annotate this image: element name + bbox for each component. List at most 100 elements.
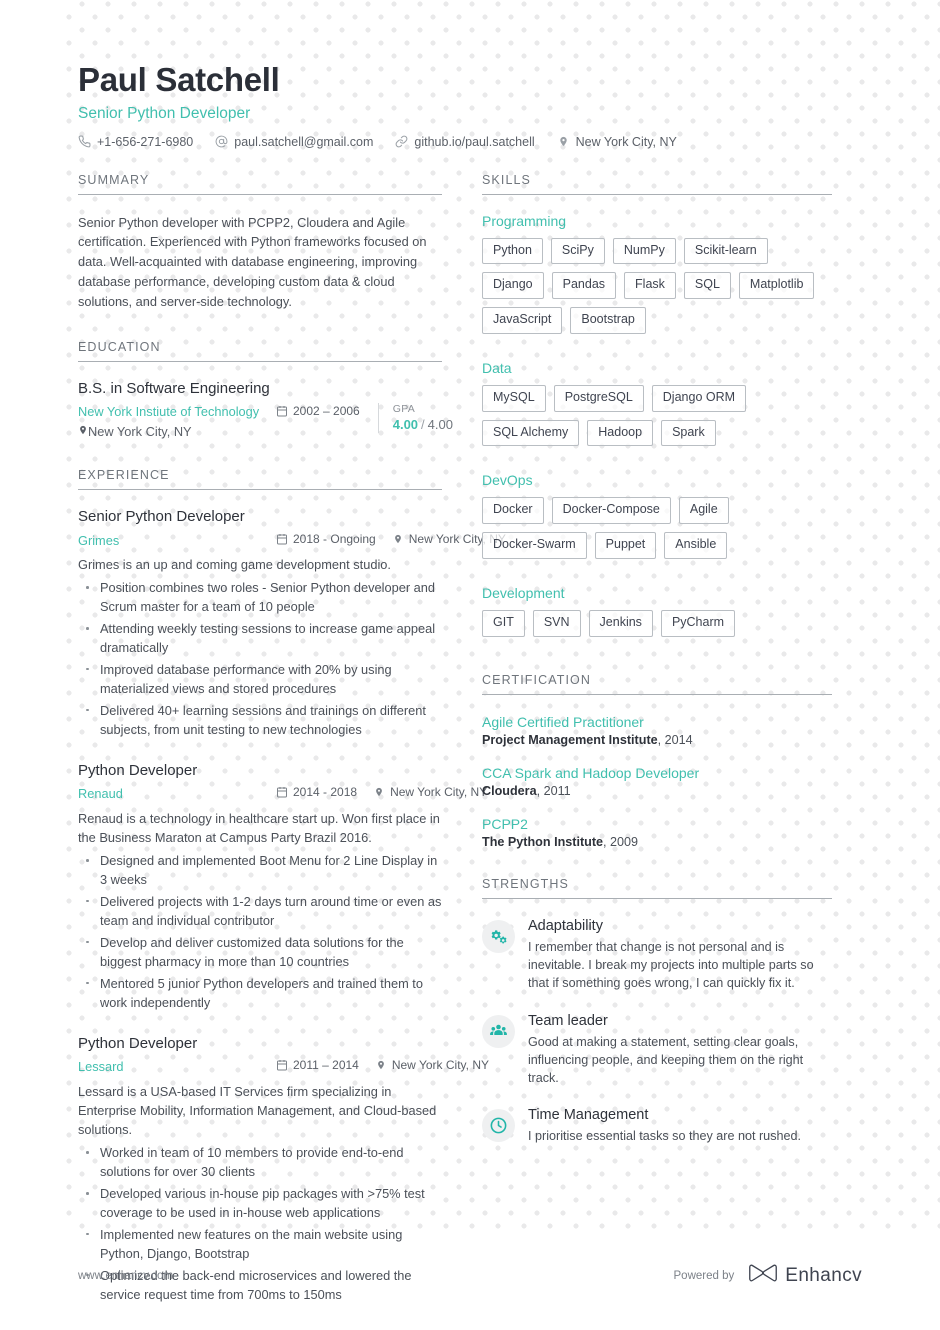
gpa-value-row: 4.00/4.00 (393, 417, 453, 433)
list-item: Develop and deliver customized data solu… (78, 934, 442, 972)
contact-phone[interactable]: +1-656-271-6980 (78, 135, 193, 149)
certification-issuer-row: The Python Institute, 2009 (482, 835, 639, 850)
resume-header: Paul Satchell Senior Python Developer +1… (0, 0, 940, 149)
experience-role: Python Developer (78, 1034, 198, 1052)
certification-name: Agile Certified Practitioner (482, 713, 644, 730)
skill-chip-list: Python SciPy NumPy Scikit-learn Django P… (482, 237, 832, 342)
experience-dates: 2014 - 2018 (293, 785, 358, 800)
calendar-icon (276, 533, 288, 545)
skill-chip[interactable]: SQL Alchemy (482, 419, 580, 447)
skill-chip[interactable]: Spark (661, 419, 716, 447)
education-location: New York City, NY (88, 423, 192, 439)
certification-issuer-row: Cloudera, 2011 (482, 783, 571, 798)
list-item: Worked in team of 10 members to provide … (78, 1144, 442, 1182)
contact-list: +1-656-271-6980 paul.satchell@gmail.com … (78, 135, 870, 149)
skill-group-title: Data (482, 359, 512, 376)
skill-chip[interactable]: Python (482, 237, 543, 265)
certification-entry: Agile Certified Practitioner Project Man… (482, 713, 832, 747)
skill-chip-list: MySQL PostgreSQL Django ORM SQL Alchemy … (482, 384, 832, 455)
education-school-block: New York Instiute of Technology New York… (78, 403, 276, 440)
contact-website[interactable]: github.io/paul.satchell (395, 134, 535, 149)
contact-email-text: paul.satchell@gmail.com (234, 134, 374, 149)
skill-chip[interactable]: Matplotlib (738, 272, 815, 300)
list-item: Delivered 40+ learning sessions and trai… (78, 702, 442, 740)
skill-group-programming: Programming Python SciPy NumPy Scikit-le… (482, 213, 832, 342)
contact-location[interactable]: New York City, NY (557, 135, 677, 149)
skill-group-devops: DevOps Docker Docker-Compose Agile Docke… (482, 472, 832, 567)
list-item: Position combines two roles - Senior Pyt… (78, 579, 442, 617)
skill-group-title: Development (482, 584, 565, 601)
skill-chip[interactable]: NumPy (612, 237, 676, 265)
education-entry: B.S. in Software Engineering New York In… (78, 379, 453, 440)
left-column: SUMMARY Senior Python developer with PCP… (0, 173, 506, 1330)
experience-description: Grimes is an up and coming game developm… (78, 556, 391, 572)
skill-chip[interactable]: Puppet (594, 532, 657, 559)
education-section-title: EDUCATION (78, 340, 442, 362)
skill-chip[interactable]: Jenkins (588, 609, 653, 637)
skill-chip[interactable]: PostgreSQL (553, 384, 644, 412)
certification-name: CCA Spark and Hadoop Developer (482, 764, 700, 781)
strength-text: I prioritise essential tasks so they are… (528, 1129, 801, 1144)
strength-entry: Team leader Good at making a statement, … (482, 1012, 832, 1088)
skill-chip[interactable]: Bootstrap (570, 307, 646, 334)
summary-text: Senior Python developer with PCPP2, Clou… (78, 214, 427, 309)
skill-chip[interactable]: Agile (678, 497, 729, 525)
skill-chip[interactable]: GIT (482, 609, 525, 637)
certification-entry: CCA Spark and Hadoop Developer Cloudera,… (482, 764, 832, 798)
resume-body: SUMMARY Senior Python developer with PCP… (0, 149, 940, 1330)
contact-website-text: github.io/paul.satchell (414, 134, 535, 149)
experience-company: Lessard (78, 1059, 124, 1075)
skill-chip[interactable]: SVN (532, 609, 581, 637)
list-item: Delivered projects with 1-2 days turn ar… (78, 893, 442, 931)
candidate-name: Paul Satchell (78, 61, 280, 98)
skill-chip[interactable]: SQL (683, 272, 731, 300)
strength-name: Team leader (528, 1012, 608, 1029)
footer-website-url[interactable]: www.enhancv.com (78, 1270, 173, 1282)
experience-description: Lessard is a USA-based IT Services firm … (78, 1083, 437, 1137)
skill-chip[interactable]: JavaScript (482, 307, 563, 334)
skill-chip[interactable]: Docker-Compose (551, 497, 671, 525)
strengths-section-title: STRENGTHS (482, 877, 832, 900)
certification-issuer-row: Project Management Institute, 2014 (482, 732, 693, 747)
skill-chip[interactable]: Flask (624, 272, 676, 300)
list-item: Implemented new features on the main web… (78, 1226, 442, 1264)
skill-chip[interactable]: Docker-Swarm (482, 532, 587, 559)
skill-chip[interactable]: Django ORM (651, 384, 747, 412)
skill-chip[interactable]: SciPy (550, 237, 605, 265)
enhancv-logo[interactable]: Enhancv (748, 1263, 862, 1288)
education-degree: B.S. in Software Engineering (78, 379, 270, 397)
skill-chip[interactable]: Hadoop (587, 419, 654, 447)
section-skills: SKILLS Programming Python SciPy NumPy Sc… (482, 173, 832, 645)
experience-entry: Python Developer Renaud 2014 - 2018 New … (78, 762, 487, 1013)
powered-by-label: Powered by (673, 1269, 735, 1282)
skill-group-title: Programming (482, 212, 567, 229)
skill-group-development: Development GIT SVN Jenkins PyCharm (482, 585, 832, 645)
certification-issuer: Cloudera (482, 783, 537, 798)
skill-chip[interactable]: Docker (482, 497, 544, 525)
experience-role: Senior Python Developer (78, 507, 245, 525)
certification-year: 2009 (610, 835, 639, 850)
clock-icon (482, 1109, 515, 1143)
skill-chip[interactable]: Pandas (551, 272, 617, 300)
skill-chip[interactable]: MySQL (482, 384, 546, 412)
list-item: Designed and implemented Boot Menu for 2… (78, 852, 442, 890)
location-pin-icon (375, 1059, 387, 1071)
skill-chip[interactable]: PyCharm (660, 609, 736, 637)
skill-chip[interactable]: Django (482, 272, 544, 300)
list-item: Mentored 5 junior Python developers and … (78, 975, 442, 1013)
section-experience: EXPERIENCE Senior Python Developer Grime… (78, 468, 506, 1305)
skills-section-title: SKILLS (482, 173, 832, 195)
list-item: Developed various in-house pip packages … (78, 1185, 442, 1223)
skill-group-data: Data MySQL PostgreSQL Django ORM SQL Alc… (482, 360, 832, 455)
contact-email[interactable]: paul.satchell@gmail.com (215, 135, 373, 149)
calendar-icon (276, 405, 288, 417)
gpa-label: GPA (392, 403, 416, 416)
certification-section-title: CERTIFICATION (482, 673, 832, 695)
experience-dates-row: 2018 - Ongoing (276, 532, 376, 546)
skill-chip[interactable]: Scikit-learn (683, 237, 768, 265)
education-school: New York Instiute of Technology (78, 404, 260, 420)
skill-chip[interactable]: Ansible (664, 532, 728, 559)
experience-bullets: Position combines two roles - Senior Pyt… (78, 579, 442, 740)
skill-chip-list: GIT SVN Jenkins PyCharm (482, 609, 832, 645)
list-item: Improved database performance with 20% b… (78, 661, 442, 699)
